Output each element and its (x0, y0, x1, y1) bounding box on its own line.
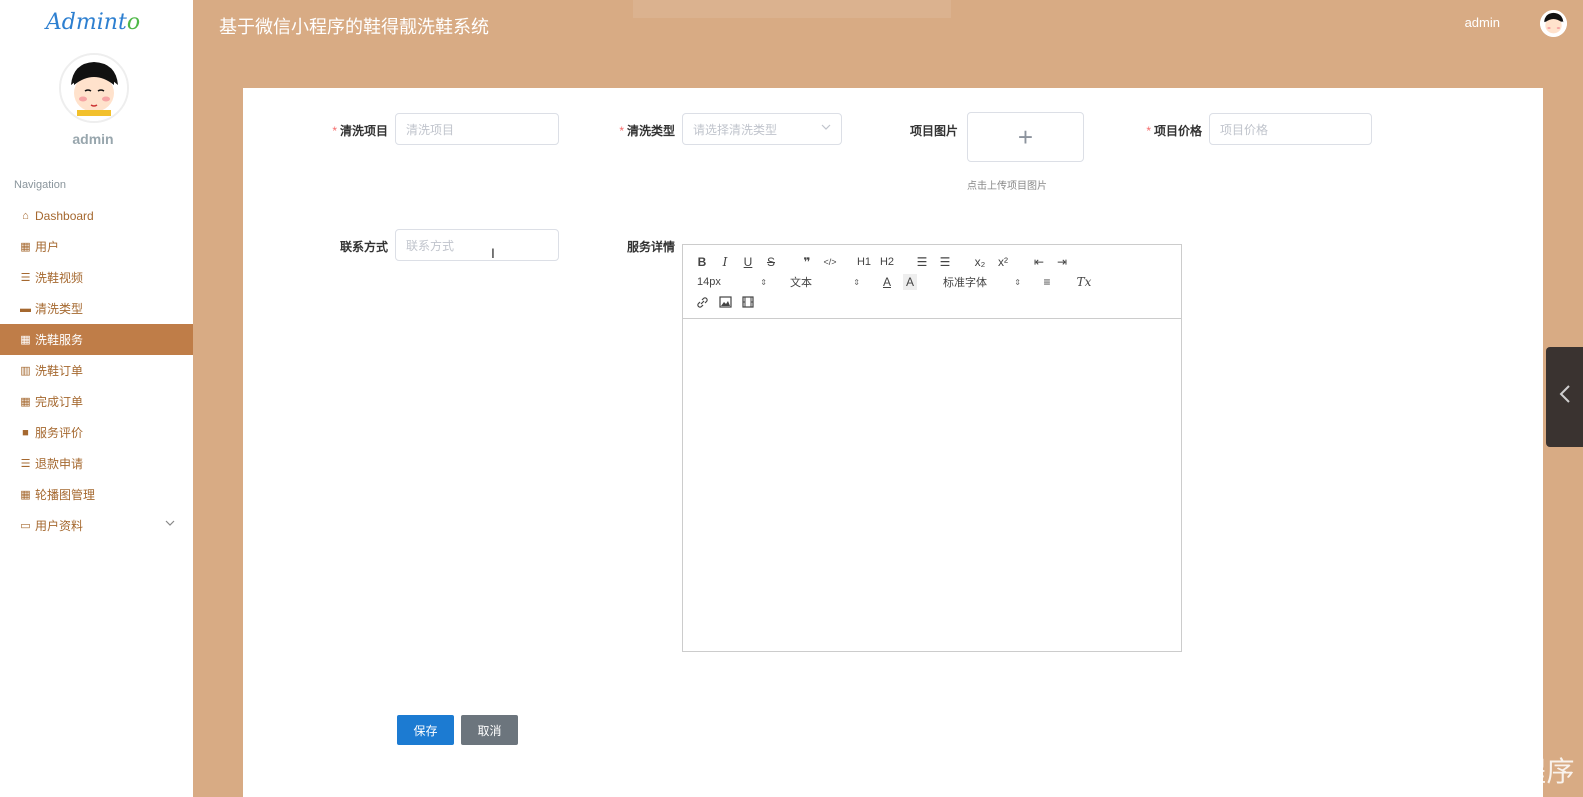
chevron-down-icon (821, 122, 831, 135)
sidebar-username: admin (72, 131, 114, 147)
sidebar-item-label: 用户资料 (35, 519, 84, 533)
avatar[interactable] (59, 53, 129, 123)
sidebar-item-label: 洗鞋视频 (35, 271, 84, 285)
header-avatar[interactable] (1540, 10, 1567, 37)
chevron-down-icon (165, 518, 175, 531)
sidebar-item-users[interactable]: ▦ 用户 (0, 231, 193, 262)
updown-icon: ⇕ (1014, 277, 1021, 287)
sidebar-item-completed-orders[interactable]: ▦ 完成订单 (0, 386, 193, 417)
strike-button[interactable]: S (764, 254, 778, 270)
rich-text-editor[interactable]: B I U S ❞ </> H1 H2 ☰ ☰ x₂ x² ⇤ ⇥ 14px ⇕ … (682, 244, 1182, 652)
plus-icon: + (1017, 121, 1034, 152)
sidebar-item-reviews[interactable]: ■ 服务评价 (0, 417, 193, 448)
type-label: * 清洗类型 (619, 124, 675, 138)
grid-icon: ▦ (20, 241, 31, 253)
link-icon[interactable] (695, 294, 709, 310)
subscript-button[interactable]: x₂ (972, 254, 988, 270)
sidebar-item-user-profile[interactable]: ▭ 用户资料 (0, 510, 193, 541)
sidebar-item-services[interactable]: ▦ 洗鞋服务 (0, 324, 193, 355)
code-button[interactable]: </> (821, 254, 839, 270)
editor-toolbar: B I U S ❞ </> H1 H2 ☰ ☰ x₂ x² ⇤ ⇥ 14px ⇕ … (683, 245, 1181, 319)
grid-icon: ▦ (20, 396, 31, 408)
cancel-button[interactable]: 取消 (461, 715, 518, 745)
sidebar-item-label: 清洗类型 (35, 302, 84, 316)
library-icon: ▥ (20, 365, 31, 377)
text-cursor-icon: I (491, 245, 495, 261)
home-icon: ⌂ (22, 209, 29, 222)
price-label: * 项目价格 (1146, 124, 1202, 138)
clean-format-button[interactable]: Tx (1076, 274, 1092, 290)
sidebar-item-label: 用户 (35, 240, 60, 254)
indent-button[interactable]: ⇥ (1055, 254, 1069, 270)
right-panel-toggle[interactable] (1546, 347, 1583, 447)
contact-label: 联系方式 (339, 240, 388, 254)
underline-button[interactable]: U (741, 254, 755, 270)
h2-button[interactable]: H2 (879, 254, 895, 270)
font-family-picker[interactable]: 标准字体 ⇕ (943, 274, 1021, 290)
sidebar-item-refunds[interactable]: ☰ 退款申请 (0, 448, 193, 479)
bold-button[interactable]: B (695, 254, 709, 270)
avatar-image (1540, 10, 1567, 37)
card-icon: ▭ (20, 520, 31, 532)
header-username[interactable]: admin (1465, 15, 1500, 30)
superscript-button[interactable]: x² (995, 254, 1011, 270)
apps-icon: ▦ (20, 489, 31, 501)
upload-tip: 点击上传项目图片 (967, 181, 1047, 192)
avatar-image (61, 55, 127, 121)
monitor-icon: ▬ (20, 302, 31, 315)
font-size-picker[interactable]: 14px ⇕ (697, 274, 767, 290)
sidebar-item-videos[interactable]: ☰ 洗鞋视频 (0, 262, 193, 293)
updown-icon: ⇕ (760, 277, 767, 287)
contact-input[interactable]: 联系方式 (395, 229, 559, 261)
ordered-list-button[interactable]: ☰ (915, 254, 929, 270)
save-button[interactable]: 保存 (397, 715, 454, 745)
sidebar-item-label: 完成订单 (35, 395, 84, 409)
list-icon: ☰ (20, 458, 31, 470)
detail-label: 服务详情 (626, 240, 675, 254)
watermark: CSDN @梁凯毕设程序 (1285, 756, 1575, 787)
image-label: 项目图片 (909, 124, 958, 138)
sidebar: Adminto admin Navigation ⌂ Dashboard ▦ 用… (0, 0, 193, 797)
sidebar-item-types[interactable]: ▬ 清洗类型 (0, 293, 193, 324)
sidebar-item-label: Dashboard (35, 208, 94, 223)
page-title: 基于微信小程序的鞋得靓洗鞋系统 (219, 17, 489, 37)
app-logo[interactable]: Adminto (0, 10, 186, 35)
video-icon: ■ (22, 426, 29, 439)
type-select[interactable]: 请选择清洗类型 (682, 113, 842, 145)
italic-button[interactable]: I (718, 254, 732, 270)
price-input[interactable]: 项目价格 (1209, 113, 1372, 145)
sidebar-item-dashboard[interactable]: ⌂ Dashboard (0, 200, 193, 231)
block-format-picker[interactable]: 文本 ⇕ (790, 274, 860, 290)
h1-button[interactable]: H1 (856, 254, 872, 270)
image-upload-button[interactable]: + (967, 112, 1084, 162)
sidebar-item-label: 洗鞋服务 (35, 333, 84, 347)
chevron-left-icon (1559, 384, 1571, 410)
sidebar-item-carousel[interactable]: ▦ 轮播图管理 (0, 479, 193, 510)
text-color-button[interactable]: A (880, 274, 894, 290)
top-overlay-bar (633, 0, 951, 18)
sidebar-item-label: 退款申请 (35, 457, 84, 471)
project-input[interactable]: 清洗项目 (395, 113, 559, 145)
list-icon: ☰ (20, 272, 31, 284)
sidebar-item-label: 轮播图管理 (35, 488, 96, 502)
project-label: * 清洗项目 (332, 124, 388, 138)
blockquote-button[interactable]: ❞ (800, 254, 814, 270)
outdent-button[interactable]: ⇤ (1032, 254, 1046, 270)
image-icon[interactable] (718, 294, 732, 310)
grid-icon: ▦ (20, 334, 31, 346)
background-color-button[interactable]: A (903, 274, 917, 290)
sidebar-item-label: 洗鞋订单 (35, 364, 84, 378)
sidebar-item-label: 服务评价 (35, 426, 84, 440)
sidebar-item-orders[interactable]: ▥ 洗鞋订单 (0, 355, 193, 386)
nav-section-title: Navigation (14, 179, 66, 191)
bullet-list-button[interactable]: ☰ (938, 254, 952, 270)
updown-icon: ⇕ (853, 277, 860, 287)
align-button[interactable]: ≡ (1040, 274, 1054, 290)
video-icon[interactable] (741, 294, 755, 310)
